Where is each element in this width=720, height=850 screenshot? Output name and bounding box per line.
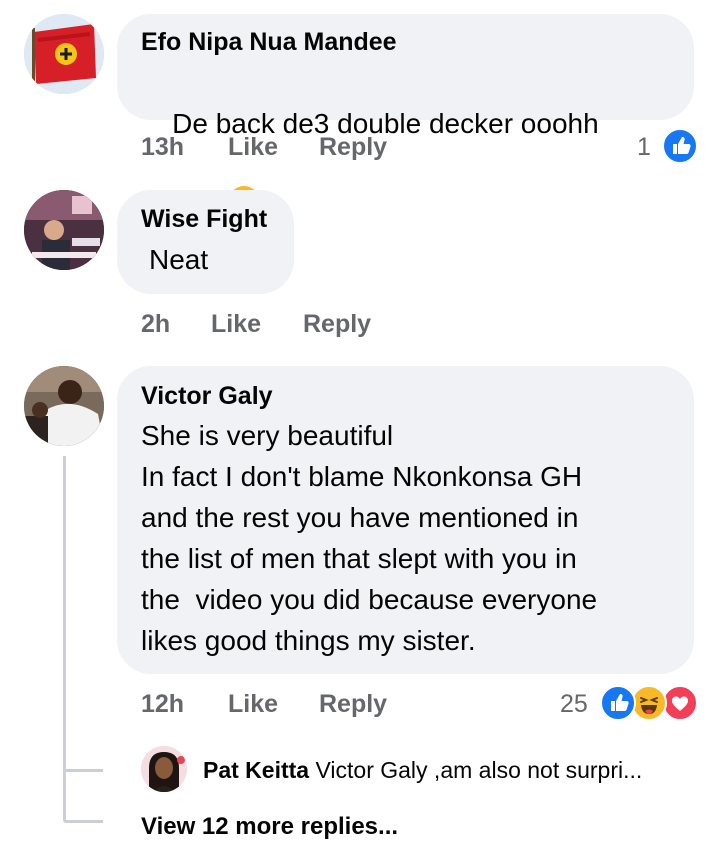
reply-preview-line[interactable]: Pat Keitta Victor Galy ,am also not surp… — [203, 757, 642, 784]
photo-avatar-icon — [24, 190, 104, 270]
comment-time[interactable]: 12h — [141, 690, 184, 719]
comment-text-line: She is very beautiful — [141, 420, 394, 451]
like-button[interactable]: Like — [228, 133, 278, 162]
view-more-replies-link[interactable]: View 12 more replies... — [141, 813, 398, 841]
thumbs-up-icon[interactable] — [662, 128, 698, 164]
reply-button[interactable]: Reply — [319, 690, 387, 719]
haha-icon — [631, 685, 667, 721]
thread-line-branch — [63, 769, 103, 772]
comment-author[interactable]: Efo Nipa Nua Mandee — [141, 28, 397, 57]
slightly-smiling-emoji-icon — [180, 144, 260, 218]
reaction-count[interactable]: 1 — [637, 133, 651, 162]
avatar-efo[interactable] — [24, 14, 104, 94]
comment-text-line: the video you did because everyone — [141, 584, 598, 615]
comment-text-line: the list of men that slept with you in — [141, 543, 577, 574]
reply-button[interactable]: Reply — [303, 310, 371, 339]
comment-text: Neat — [149, 244, 209, 275]
thread-line-vertical — [63, 456, 66, 820]
photo-avatar-icon — [24, 366, 104, 446]
reaction-count[interactable]: 25 — [560, 690, 588, 719]
comment-author[interactable]: Victor Galy — [141, 382, 273, 411]
like-button[interactable]: Like — [211, 310, 261, 339]
thumbs-up-icon — [600, 685, 636, 721]
comment-time[interactable]: 13h — [141, 133, 184, 162]
comment-author[interactable]: Wise Fight — [141, 205, 267, 234]
comment-text-line: In fact I don't blame Nkonkonsa GH — [141, 461, 583, 492]
love-icon — [662, 685, 698, 721]
comment-time[interactable]: 2h — [141, 310, 170, 339]
reply-button[interactable]: Reply — [319, 133, 387, 162]
avatar-wise[interactable] — [24, 190, 104, 270]
thread-line-branch — [63, 820, 103, 823]
comment-text-line: and the rest you have mentioned in — [141, 502, 579, 533]
flag-avatar-icon — [24, 14, 104, 94]
reply-text: Victor Galy ,am also not surpri... — [315, 757, 643, 783]
avatar-pat[interactable] — [141, 746, 187, 792]
like-button[interactable]: Like — [228, 690, 278, 719]
comment-text-line: likes good things my sister. — [141, 625, 476, 656]
avatar-victor[interactable] — [24, 366, 104, 446]
photo-avatar-icon — [141, 746, 187, 792]
reply-author[interactable]: Pat Keitta — [203, 757, 309, 783]
